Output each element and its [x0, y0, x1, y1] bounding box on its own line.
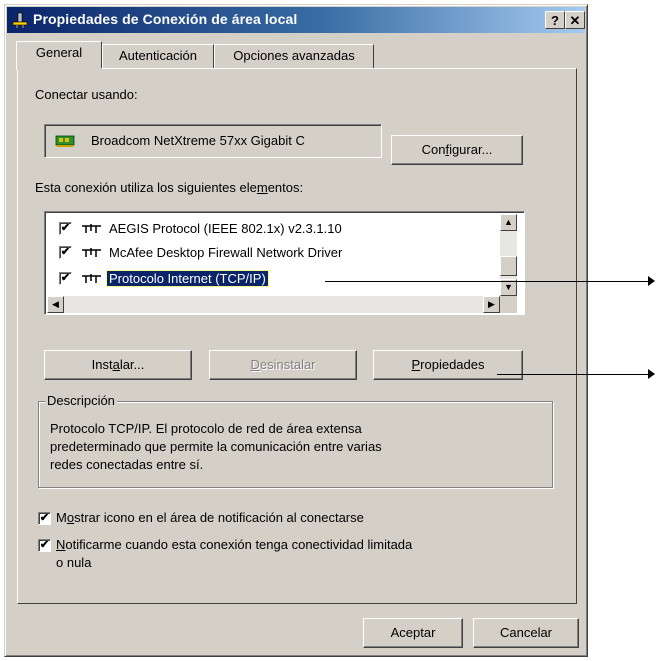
scroll-right-button[interactable]: ▶ [483, 296, 500, 313]
ok-button[interactable]: Aceptar [363, 618, 463, 648]
components-list[interactable]: ✔ AEGIS Protocol (IEEE 802.1x) v2.3.1.10… [44, 211, 525, 315]
component-label: McAfee Desktop Firewall Network Driver [109, 245, 343, 260]
cancel-button[interactable]: Cancelar [473, 618, 579, 648]
annotation-arrow-head [648, 276, 655, 286]
label-accel: o [66, 510, 75, 525]
component-checkbox[interactable]: ✔ [59, 272, 72, 285]
tab-join [18, 68, 102, 71]
label-text: Esta conexión utiliza los siguientes ele [35, 180, 257, 195]
scroll-up-button[interactable]: ▲ [500, 214, 517, 231]
description-line: Protocolo TCP/IP. El protocolo de red de… [50, 421, 362, 436]
close-button[interactable]: ✕ [565, 11, 585, 29]
scroll-left-button[interactable]: ◀ [47, 296, 64, 313]
component-checkbox[interactable]: ✔ [59, 246, 72, 259]
network-connection-icon [12, 12, 28, 28]
label-text: strar icono en el área de notificación a… [74, 510, 364, 525]
tab-general[interactable]: General [16, 41, 102, 70]
adapter-box: Broadcom NetXtreme 57xx Gigabit C [44, 124, 382, 158]
configure-button[interactable]: Configurar... [391, 135, 523, 165]
uninstall-button: Desinstalar [209, 350, 357, 380]
notify-checkbox[interactable]: ✔ [38, 539, 51, 552]
component-label: Protocolo Internet (TCP/IP) [106, 270, 269, 287]
show-icon-label[interactable]: Mostrar icono en el área de notificación… [56, 510, 364, 525]
tab-label: General [35, 45, 83, 60]
help-button[interactable]: ? [545, 11, 565, 29]
btn-text: Con [421, 142, 446, 157]
network-protocol-icon [82, 224, 101, 233]
network-protocol-icon [82, 274, 101, 283]
btn-text: ropiedades [420, 357, 485, 372]
install-button[interactable]: Instalar... [44, 350, 192, 380]
component-checkbox[interactable]: ✔ [59, 222, 72, 235]
btn-accel: P [411, 357, 421, 372]
label-accel: N [56, 537, 66, 552]
tab-label: Autenticación [118, 48, 198, 63]
btn-text: igurar... [449, 142, 493, 157]
description-line: redes conectadas entre sí. [50, 457, 204, 472]
notify-label-line2: o nula [56, 555, 92, 570]
annotation-arrow-line [497, 374, 648, 375]
label-accel: m [256, 180, 268, 195]
title-bar[interactable]: Propiedades de Conexión de área local ? … [7, 7, 585, 33]
label-text: M [56, 510, 67, 525]
btn-text: Inst [91, 357, 113, 372]
network-protocol-icon [82, 248, 101, 257]
vertical-scrollbar[interactable]: ▲ ▼ [500, 214, 517, 296]
btn-accel: D [250, 357, 260, 372]
btn-accel: a [112, 357, 120, 372]
horizontal-scrollbar[interactable]: ◀ ▶ [47, 296, 500, 313]
tab-opciones-avanzadas[interactable]: Opciones avanzadas [214, 44, 374, 68]
btn-text: lar... [119, 357, 145, 372]
notify-label[interactable]: Notificarme cuando esta conexión tenga c… [56, 537, 412, 552]
label-text: entos: [267, 180, 304, 195]
adapter-name: Broadcom NetXtreme 57xx Gigabit C [91, 133, 305, 148]
properties-button[interactable]: Propiedades [373, 350, 523, 380]
description-legend: Descripción [45, 393, 117, 408]
component-label: AEGIS Protocol (IEEE 802.1x) v2.3.1.10 [109, 221, 342, 236]
components-label: Esta conexión utiliza los siguientes ele… [35, 180, 303, 195]
description-line: predeterminado que permite la comunicaci… [50, 439, 382, 454]
scroll-thumb[interactable] [500, 256, 517, 276]
tab-label: Opciones avanzadas [233, 48, 355, 63]
connect-using-label: Conectar usando: [35, 87, 138, 102]
window-title: Propiedades de Conexión de área local [33, 11, 298, 27]
btn-text: esinstalar [259, 357, 316, 372]
scroll-corner [500, 296, 517, 313]
network-card-icon [55, 135, 75, 147]
annotation-arrow-line [325, 281, 648, 282]
annotation-arrow-head [648, 369, 655, 379]
show-icon-checkbox[interactable]: ✔ [38, 512, 51, 525]
tab-autenticacion[interactable]: Autenticación [102, 44, 214, 68]
description-text: Protocolo TCP/IP. El protocolo de red de… [50, 420, 540, 474]
label-text: otificarme cuando esta conexión tenga co… [65, 537, 413, 552]
